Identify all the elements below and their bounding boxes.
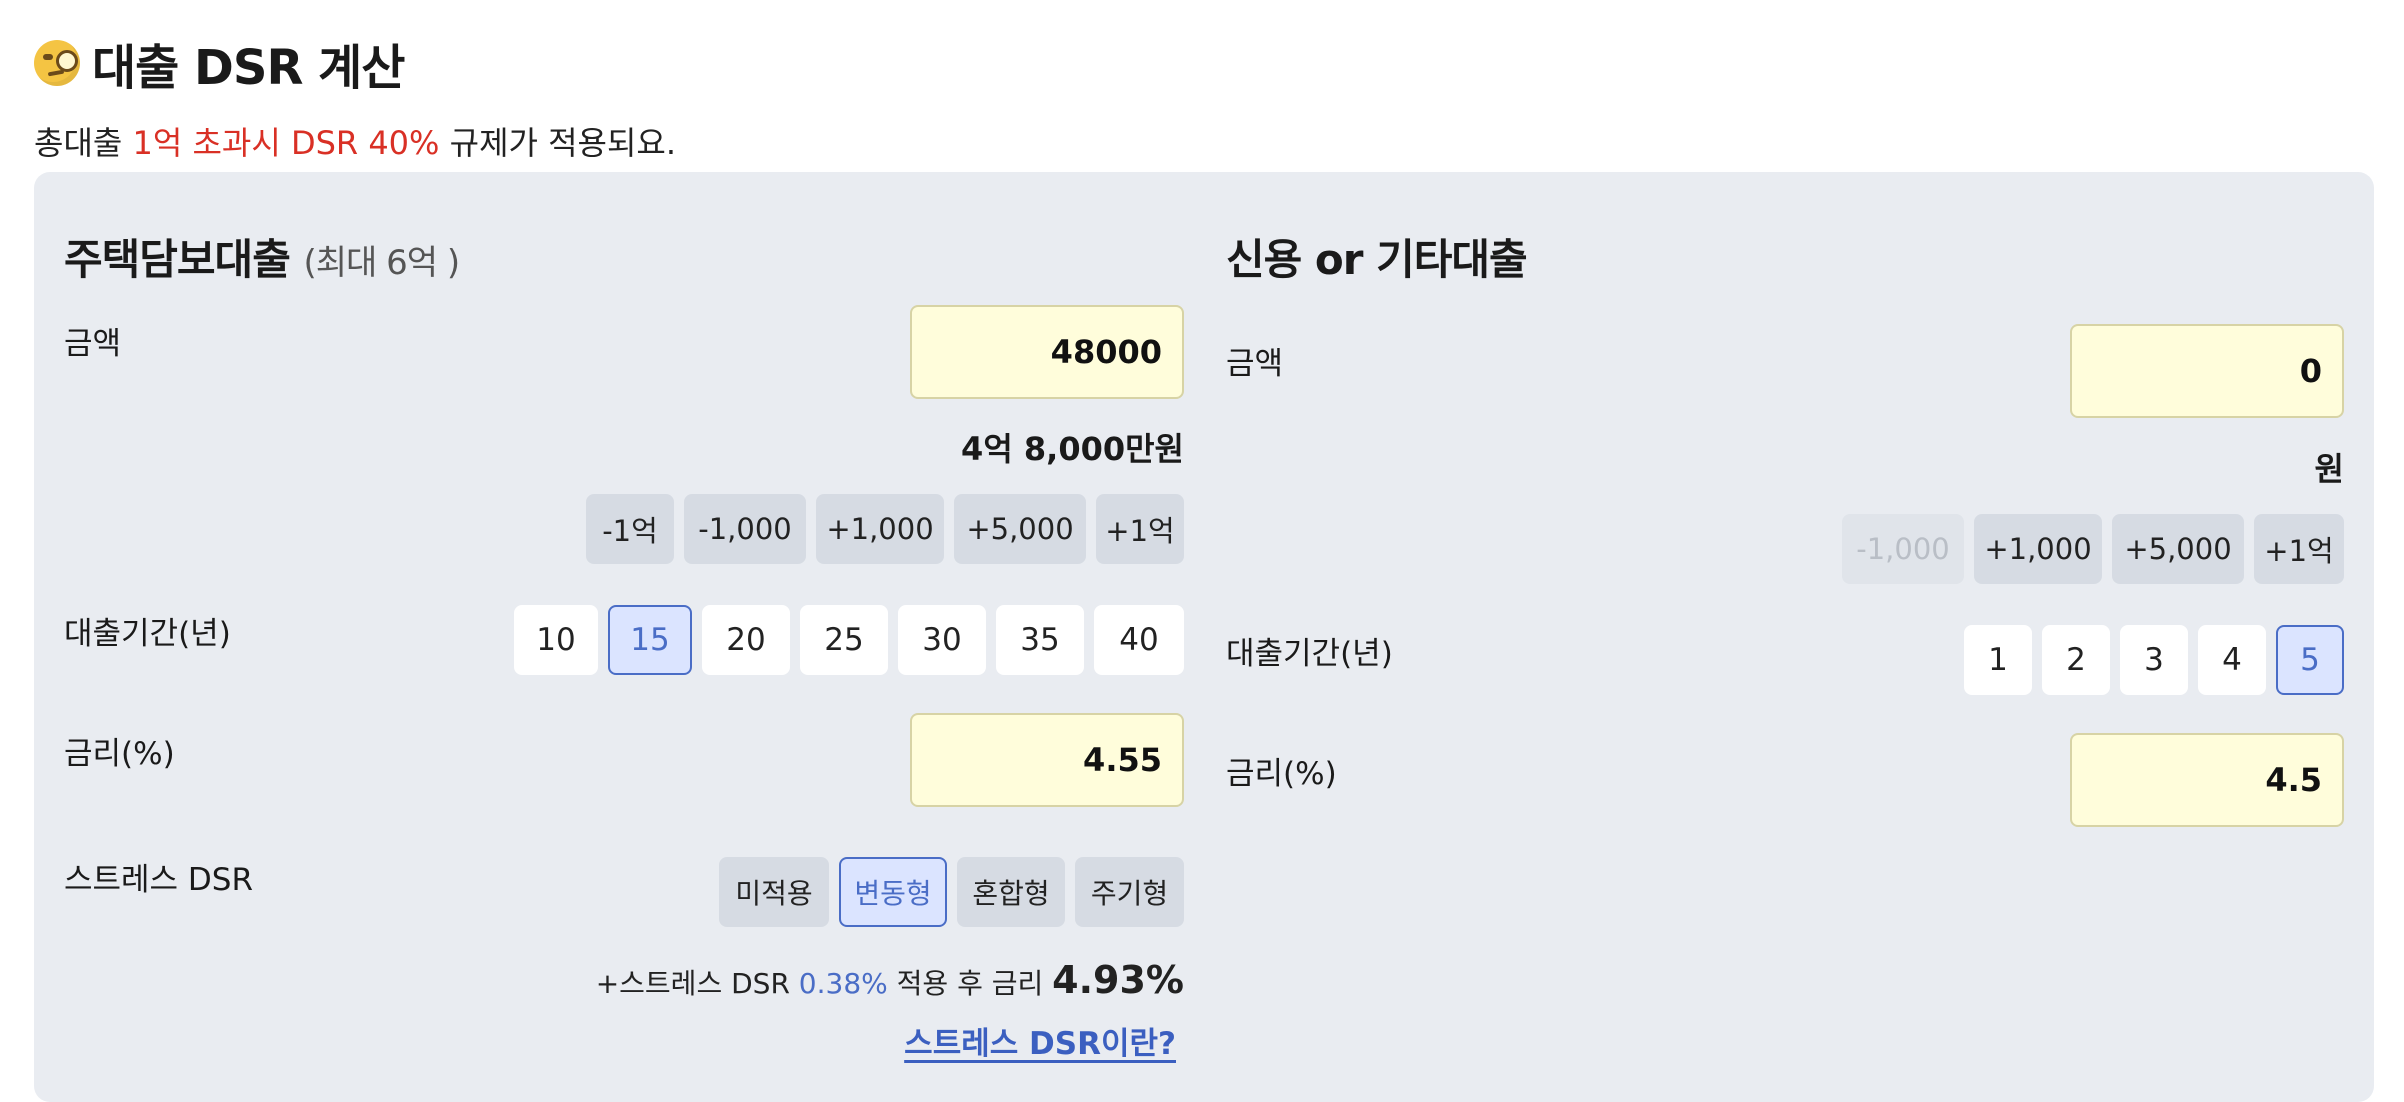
- mortgage-adjust-buttons: -1억 -1,000 +1,000 +5,000 +1억: [586, 494, 1184, 564]
- credit-rate-input[interactable]: [2070, 733, 2344, 827]
- page-title: 대출 DSR 계산: [34, 28, 405, 98]
- credit-amount-input[interactable]: [2070, 324, 2344, 418]
- stress-option-none[interactable]: 미적용: [719, 857, 829, 927]
- stress-dsr-selector: 미적용 변동형 혼합형 주기형: [719, 857, 1184, 927]
- final-rate-value: 4.93%: [1052, 958, 1184, 1002]
- mortgage-term-option[interactable]: 20: [702, 605, 790, 675]
- mortgage-rate-label: 금리(%): [64, 736, 175, 772]
- credit-minus-1000-button[interactable]: -1,000: [1842, 514, 1964, 584]
- mortgage-rate-input[interactable]: [910, 713, 1184, 807]
- mortgage-term-option[interactable]: 35: [996, 605, 1084, 675]
- credit-amount-text: 원: [2314, 450, 2344, 488]
- mortgage-plus-1eok-button[interactable]: +1억: [1096, 494, 1184, 564]
- page-subtitle: 총대출 1억 초과시 DSR 40% 규제가 적용되요.: [34, 118, 676, 164]
- stress-option-variable-selected[interactable]: 변동형: [839, 857, 947, 927]
- mortgage-section-title: 주택담보대출 (최대 6억 ): [64, 226, 460, 287]
- credit-plus-1000-button[interactable]: +1,000: [1974, 514, 2102, 584]
- mortgage-title: 주택담보대출: [64, 235, 291, 284]
- mortgage-term-label: 대출기간(년): [64, 616, 231, 652]
- subtitle-highlight: 1억 초과시 DSR 40%: [132, 124, 440, 162]
- subtitle-prefix: 총대출: [34, 124, 133, 162]
- stress-dsr-info-link[interactable]: 스트레스 DSR이란?: [904, 1018, 1176, 1063]
- credit-term-option[interactable]: 3: [2120, 625, 2188, 695]
- mortgage-plus-5000-button[interactable]: +5,000: [954, 494, 1086, 564]
- credit-term-option[interactable]: 2: [2042, 625, 2110, 695]
- mortgage-term-option-selected[interactable]: 15: [608, 605, 692, 675]
- stress-option-mixed[interactable]: 혼합형: [957, 857, 1065, 927]
- mortgage-term-selector: 10 15 20 25 30 35 40: [514, 605, 1184, 675]
- stress-prefix: +스트레스 DSR: [595, 967, 799, 1000]
- credit-plus-5000-button[interactable]: +5,000: [2112, 514, 2244, 584]
- mortgage-term-option[interactable]: 30: [898, 605, 986, 675]
- credit-rate-label: 금리(%): [1226, 756, 1337, 792]
- mortgage-term-option[interactable]: 25: [800, 605, 888, 675]
- stress-rate-value: 0.38%: [798, 967, 888, 1000]
- stress-option-periodic[interactable]: 주기형: [1075, 857, 1184, 927]
- mortgage-amount-label: 금액: [64, 326, 122, 362]
- credit-section-title: 신용 or 기타대출: [1226, 235, 1528, 284]
- credit-amount-label: 금액: [1226, 346, 1284, 382]
- mortgage-term-option[interactable]: 10: [514, 605, 598, 675]
- mortgage-minus-1eok-button[interactable]: -1억: [586, 494, 674, 564]
- credit-term-option[interactable]: 1: [1964, 625, 2032, 695]
- monocle-face-icon: [34, 40, 80, 86]
- page-title-text: 대출 DSR 계산: [92, 40, 405, 96]
- mortgage-minus-1000-button[interactable]: -1,000: [684, 494, 806, 564]
- stress-dsr-label: 스트레스 DSR: [64, 862, 254, 898]
- credit-term-option-selected[interactable]: 5: [2276, 625, 2344, 695]
- mortgage-title-note: (최대 6억 ): [303, 243, 460, 283]
- mortgage-amount-text: 4억 8,000만원: [961, 430, 1184, 468]
- mortgage-plus-1000-button[interactable]: +1,000: [816, 494, 944, 564]
- credit-term-label: 대출기간(년): [1226, 636, 1393, 672]
- credit-adjust-buttons: -1,000 +1,000 +5,000 +1억: [1842, 514, 2344, 584]
- mortgage-term-option[interactable]: 40: [1094, 605, 1184, 675]
- mortgage-amount-input[interactable]: [910, 305, 1184, 399]
- stress-result-line: +스트레스 DSR 0.38% 적용 후 금리 4.93%: [596, 958, 1184, 1002]
- stress-mid: 적용 후 금리: [887, 967, 1053, 1000]
- subtitle-suffix: 규제가 적용되요.: [439, 124, 677, 162]
- credit-term-selector: 1 2 3 4 5: [1964, 625, 2344, 695]
- credit-term-option[interactable]: 4: [2198, 625, 2266, 695]
- credit-plus-1eok-button[interactable]: +1억: [2254, 514, 2344, 584]
- calculator-panel: 주택담보대출 (최대 6억 ) 금액 4억 8,000만원 -1억 -1,000…: [34, 172, 2374, 1102]
- dsr-calculator-page: 대출 DSR 계산 총대출 1억 초과시 DSR 40% 규제가 적용되요. 주…: [0, 0, 2404, 1102]
